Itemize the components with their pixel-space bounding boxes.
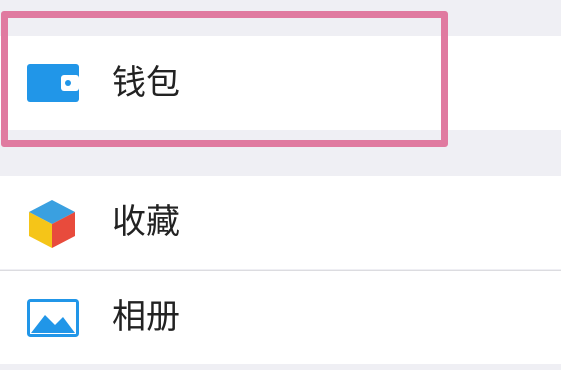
menu-item-favorites[interactable]: 收藏 (0, 176, 561, 269)
section-spacer (0, 130, 561, 176)
top-spacer (0, 0, 561, 36)
wallet-icon (27, 64, 79, 106)
menu-item-wallet[interactable]: 钱包 (0, 36, 561, 130)
cube-icon (27, 198, 77, 254)
photo-icon (27, 299, 79, 341)
bottom-spacer (0, 364, 561, 370)
menu-item-label: 收藏 (112, 202, 180, 242)
menu-item-label: 钱包 (112, 63, 180, 103)
menu-item-album[interactable]: 相册 (0, 271, 561, 364)
menu-item-label: 相册 (112, 297, 180, 337)
